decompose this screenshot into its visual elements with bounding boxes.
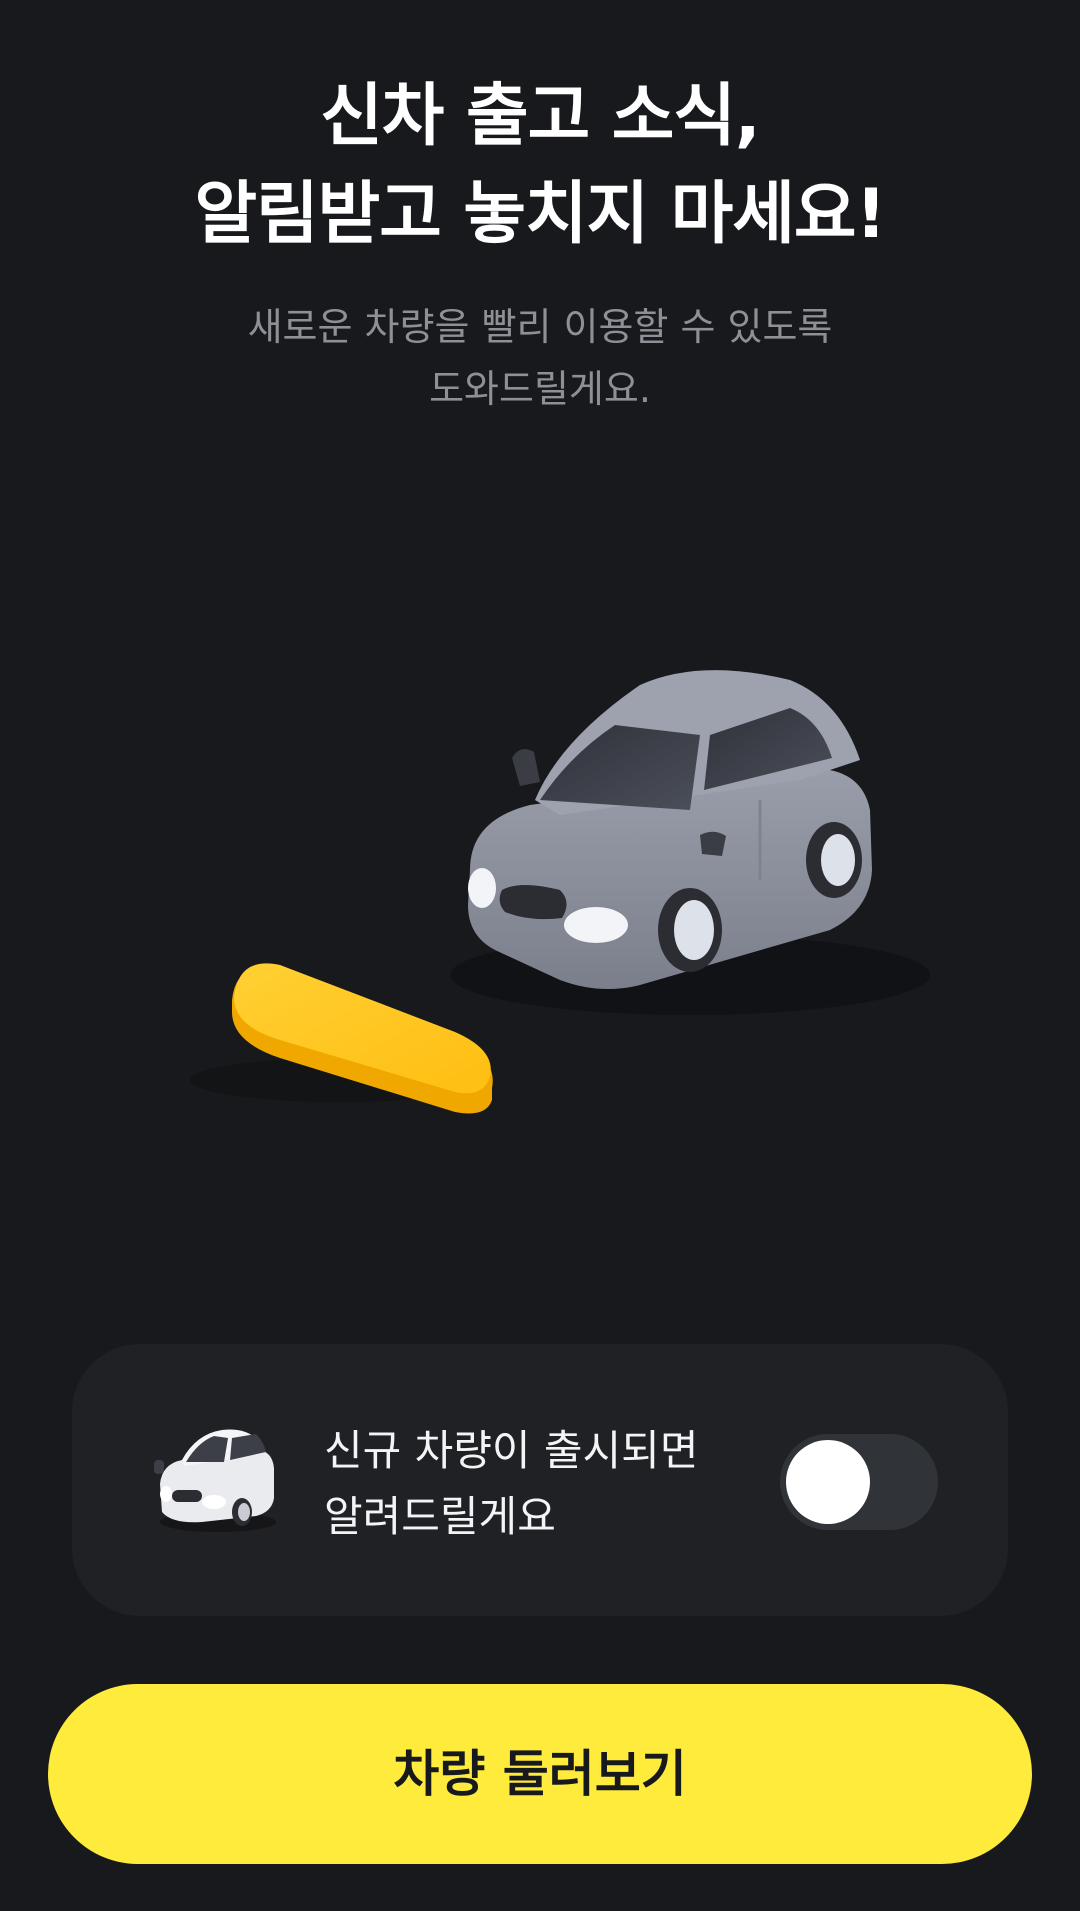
hero-illustration (0, 640, 1080, 1160)
page-title: 신차 출고 소식, 알림받고 놓치지 마세요! (0, 68, 1080, 264)
notify-card-text-line-1: 신규 차량이 출시되면 (324, 1426, 699, 1475)
yellow-pill-block-icon (190, 963, 493, 1114)
new-car-notify-toggle[interactable] (780, 1434, 938, 1530)
notify-card-text: 신규 차량이 출시되면 알려드릴게요 (324, 1418, 698, 1550)
white-car-icon (152, 1424, 280, 1536)
toggle-knob (786, 1440, 870, 1524)
new-car-notify-card: 신규 차량이 출시되면 알려드릴게요 (72, 1344, 1008, 1616)
subtitle-line-2: 도와드릴게요. (429, 367, 651, 411)
page-subtitle: 새로운 차량을 빨리 이용할 수 있도록 도와드릴게요. (0, 296, 1080, 420)
title-line-2: 알림받고 놓치지 마세요! (194, 175, 887, 254)
browse-cars-button[interactable]: 차량 둘러보기 (48, 1684, 1032, 1864)
notify-card-text-line-2: 알려드릴게요 (324, 1492, 556, 1541)
hero-illustration-svg (190, 670, 930, 1114)
title-line-1: 신차 출고 소식, (320, 77, 761, 156)
subtitle-line-1: 새로운 차량을 빨리 이용할 수 있도록 (247, 305, 833, 349)
car-illustration-icon (450, 670, 930, 1015)
